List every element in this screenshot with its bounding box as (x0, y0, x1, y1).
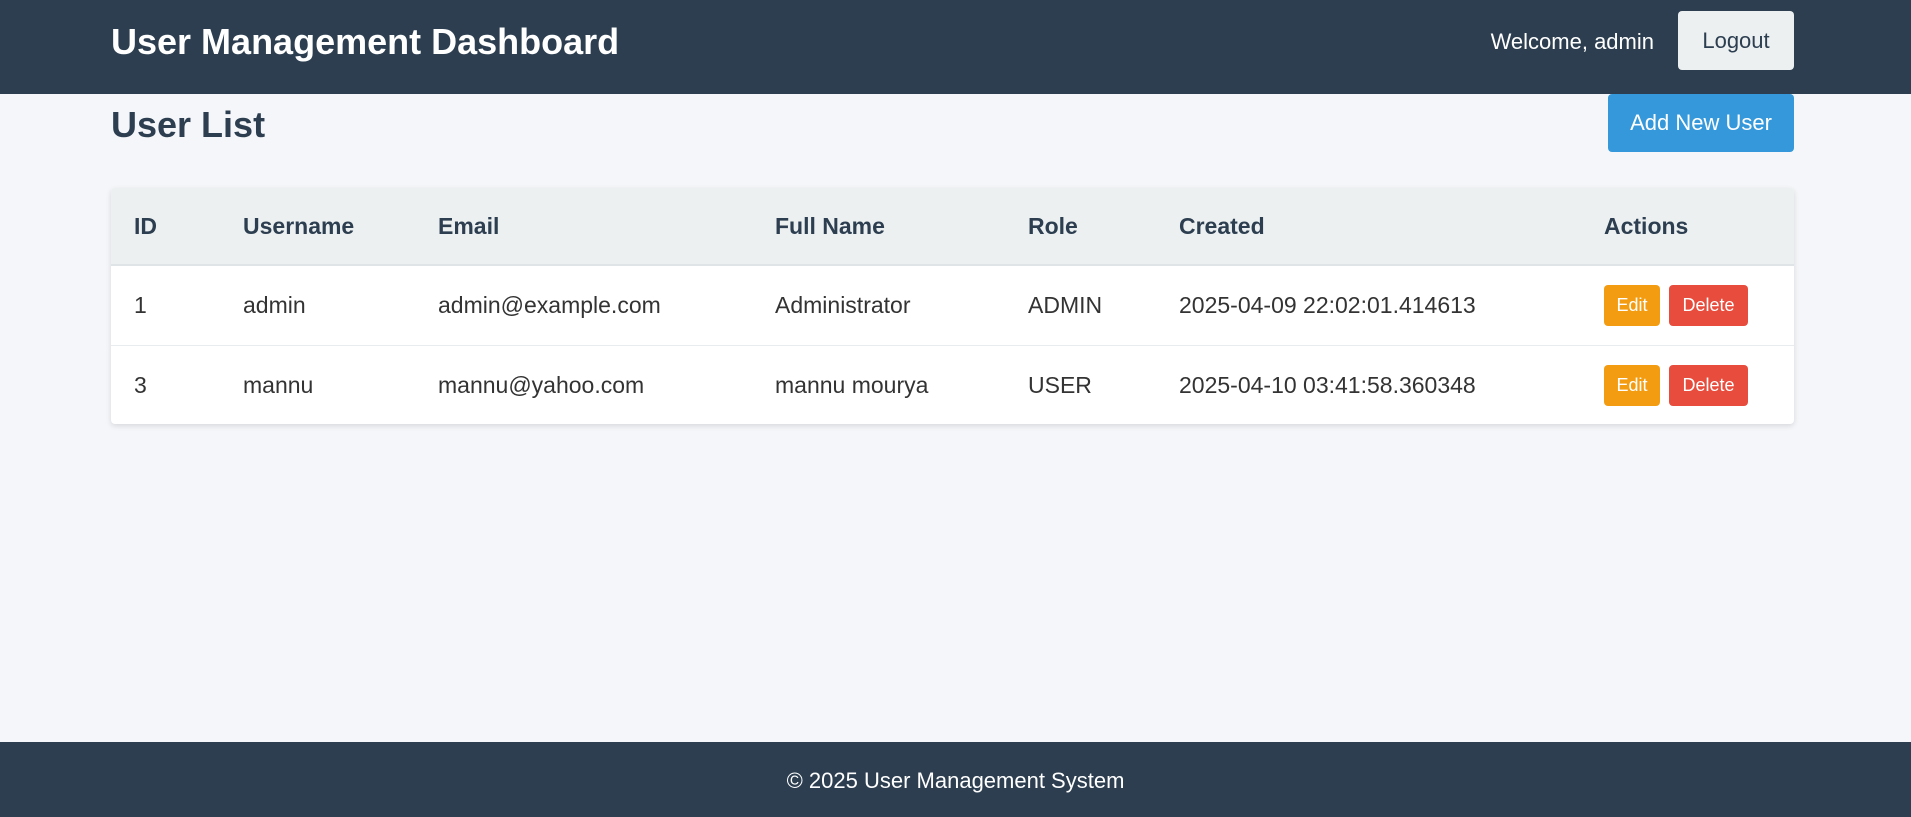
cell-actions: Edit Delete (1581, 265, 1794, 345)
user-table-card: ID Username Email Full Name Role Created… (111, 188, 1794, 424)
cell-created: 2025-04-09 22:02:01.414613 (1179, 291, 1476, 318)
cell-email: admin@example.com (438, 291, 661, 318)
cell-created: 2025-04-10 03:41:58.360348 (1179, 371, 1476, 398)
column-header-username: Username (243, 212, 355, 239)
cell-role: USER (1028, 371, 1092, 398)
column-header-email: Email (438, 212, 500, 239)
top-header: User Management Dashboard Welcome, admin… (0, 0, 1911, 94)
cell-username: mannu (243, 371, 314, 398)
cell-actions: Edit Delete (1581, 345, 1794, 424)
edit-button[interactable]: Edit (1604, 284, 1660, 326)
column-header-full-name: Full Name (775, 212, 885, 239)
footer-copyright: © 2025 User Management System (786, 768, 1125, 793)
edit-button[interactable]: Edit (1604, 364, 1660, 406)
table-row: 1 admin admin@example.com Administrator … (111, 265, 1794, 345)
column-header-actions: Actions (1604, 212, 1689, 239)
column-header-created: Created (1179, 212, 1265, 239)
cell-id: 3 (134, 371, 147, 398)
page-title: User List (111, 104, 266, 145)
cell-full-name: Administrator (775, 291, 911, 318)
cell-id: 1 (134, 291, 147, 318)
column-header-id: ID (134, 212, 157, 239)
footer: © 2025 User Management System (0, 742, 1911, 817)
cell-email: mannu@yahoo.com (438, 371, 645, 398)
column-header-role: Role (1028, 212, 1078, 239)
user-table: ID Username Email Full Name Role Created… (111, 188, 1794, 424)
delete-button[interactable]: Delete (1669, 364, 1748, 406)
table-header: ID Username Email Full Name Role Created… (111, 188, 1794, 265)
app-title: User Management Dashboard (111, 21, 620, 62)
logout-button[interactable]: Logout (1678, 11, 1794, 70)
add-new-user-button[interactable]: Add New User (1608, 94, 1794, 152)
delete-button[interactable]: Delete (1669, 284, 1748, 326)
table-row: 3 mannu mannu@yahoo.com mannu mourya USE… (111, 345, 1794, 424)
table-header-row: ID Username Email Full Name Role Created… (111, 188, 1794, 265)
table-body: 1 admin admin@example.com Administrator … (111, 265, 1794, 424)
cell-username: admin (243, 291, 306, 318)
welcome-text: Welcome, admin (1490, 29, 1654, 54)
cell-full-name: mannu mourya (775, 371, 929, 398)
cell-role: ADMIN (1028, 291, 1103, 318)
